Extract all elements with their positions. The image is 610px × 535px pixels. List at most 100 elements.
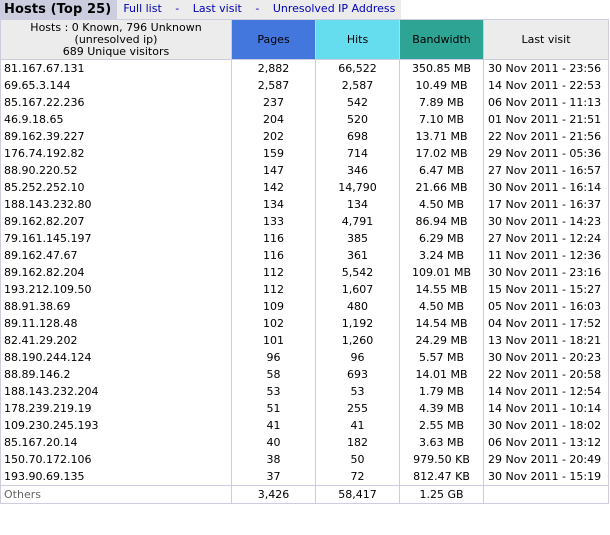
pages-cell: 112 — [231, 264, 316, 281]
last-visit-cell: 30 Nov 2011 - 14:23 — [483, 213, 609, 230]
pages-cell: 51 — [231, 400, 316, 417]
table-row: 88.90.220.52 147 346 6.47 MB 27 Nov 2011 - 1… — [0, 162, 609, 179]
host-cell: 193.212.109.50 — [0, 281, 232, 298]
table-header-row: Hosts : 0 Known, 796 Unknown (unresolved… — [0, 19, 609, 60]
host-cell: 89.162.47.67 — [0, 247, 232, 264]
hits-cell: 520 — [315, 111, 400, 128]
hits-cell: 361 — [315, 247, 400, 264]
full-list-link[interactable]: Full list — [123, 2, 161, 15]
unresolved-ip-link[interactable]: Unresolved IP Address — [273, 2, 396, 15]
table-row: 88.91.38.69 109 480 4.50 MB 05 Nov 2011 - 16… — [0, 298, 609, 315]
hits-cell: 385 — [315, 230, 400, 247]
hits-cell: 1,607 — [315, 281, 400, 298]
last-visit-cell: 01 Nov 2011 - 21:51 — [483, 111, 609, 128]
bandwidth-cell: 4.50 MB — [399, 298, 484, 315]
hits-cell: 5,542 — [315, 264, 400, 281]
hits-cell: 41 — [315, 417, 400, 434]
table-row: 79.161.145.197 116 385 6.29 MB 27 Nov 2011 -… — [0, 230, 609, 247]
table-row: 81.167.67.131 2,882 66,522 350.85 MB 30 Nov … — [0, 59, 609, 77]
bandwidth-cell: 4.39 MB — [399, 400, 484, 417]
host-cell: 109.230.245.193 — [0, 417, 232, 434]
hits-cell: 255 — [315, 400, 400, 417]
host-cell: 46.9.18.65 — [0, 111, 232, 128]
host-cell: 85.167.20.14 — [0, 434, 232, 451]
last-visit-link[interactable]: Last visit — [193, 2, 242, 15]
pages-cell: 2,882 — [231, 59, 316, 77]
last-visit-cell: 27 Nov 2011 - 12:24 — [483, 230, 609, 247]
last-visit-cell — [483, 485, 609, 504]
hosts-summary-line: (unresolved ip) — [74, 32, 158, 46]
last-visit-cell: 22 Nov 2011 - 21:56 — [483, 128, 609, 145]
pages-cell: 237 — [231, 94, 316, 111]
hits-cell: 58,417 — [315, 485, 400, 504]
pages-cell: 58 — [231, 366, 316, 383]
bandwidth-cell: 14.55 MB — [399, 281, 484, 298]
table-row: 193.212.109.50 112 1,607 14.55 MB 15 Nov 201… — [0, 281, 609, 298]
hits-cell: 542 — [315, 94, 400, 111]
hosts-summary-header: Hosts : 0 Known, 796 Unknown (unresolved… — [0, 19, 232, 60]
last-visit-cell: 06 Nov 2011 - 13:12 — [483, 434, 609, 451]
table-row: 89.162.39.227 202 698 13.71 MB 22 Nov 2011 -… — [0, 128, 609, 145]
hits-cell: 693 — [315, 366, 400, 383]
pages-cell: 112 — [231, 281, 316, 298]
link-separator: - — [175, 2, 180, 15]
bandwidth-cell: 7.10 MB — [399, 111, 484, 128]
pages-column-header: Pages — [231, 19, 316, 60]
host-cell: 69.65.3.144 — [0, 77, 232, 94]
bandwidth-cell: 1.79 MB — [399, 383, 484, 400]
last-visit-cell: 14 Nov 2011 - 12:54 — [483, 383, 609, 400]
bandwidth-cell: 17.02 MB — [399, 145, 484, 162]
hosts-table: Hosts : 0 Known, 796 Unknown (unresolved… — [0, 19, 609, 504]
host-cell: 193.90.69.135 — [0, 468, 232, 486]
hosts-panel: Hosts (Top 25) Full list - Last visit - … — [0, 0, 609, 504]
pages-cell: 41 — [231, 417, 316, 434]
last-visit-cell: 29 Nov 2011 - 20:49 — [483, 451, 609, 468]
pages-cell: 109 — [231, 298, 316, 315]
hits-cell: 53 — [315, 383, 400, 400]
table-row: 85.167.22.236 237 542 7.89 MB 06 Nov 2011 - … — [0, 94, 609, 111]
bandwidth-cell: 3.63 MB — [399, 434, 484, 451]
last-visit-cell: 06 Nov 2011 - 11:13 — [483, 94, 609, 111]
section-title: Hosts (Top 25) — [0, 0, 118, 19]
hits-cell: 698 — [315, 128, 400, 145]
table-row: 89.162.82.204 112 5,542 109.01 MB 30 Nov 201… — [0, 264, 609, 281]
bandwidth-cell: 3.24 MB — [399, 247, 484, 264]
table-row: 178.239.219.19 51 255 4.39 MB 14 Nov 2011 - … — [0, 400, 609, 417]
table-row: 85.167.20.14 40 182 3.63 MB 06 Nov 2011 - 13… — [0, 434, 609, 451]
last-visit-cell: 14 Nov 2011 - 22:53 — [483, 77, 609, 94]
pages-cell: 147 — [231, 162, 316, 179]
bandwidth-cell: 6.47 MB — [399, 162, 484, 179]
host-cell: 88.90.220.52 — [0, 162, 232, 179]
bandwidth-cell: 6.29 MB — [399, 230, 484, 247]
pages-cell: 133 — [231, 213, 316, 230]
last-visit-cell: 27 Nov 2011 - 16:57 — [483, 162, 609, 179]
bandwidth-cell: 2.55 MB — [399, 417, 484, 434]
bandwidth-column-header: Bandwidth — [399, 19, 484, 60]
bandwidth-cell: 109.01 MB — [399, 264, 484, 281]
pages-cell: 116 — [231, 247, 316, 264]
bandwidth-cell: 10.49 MB — [399, 77, 484, 94]
host-cell: 79.161.145.197 — [0, 230, 232, 247]
hits-cell: 1,192 — [315, 315, 400, 332]
host-cell: 88.89.146.2 — [0, 366, 232, 383]
bandwidth-cell: 14.01 MB — [399, 366, 484, 383]
host-cell: 178.239.219.19 — [0, 400, 232, 417]
bandwidth-cell: 4.50 MB — [399, 196, 484, 213]
last-visit-cell: 15 Nov 2011 - 15:27 — [483, 281, 609, 298]
last-visit-cell: 29 Nov 2011 - 05:36 — [483, 145, 609, 162]
table-row: 88.190.244.124 96 96 5.57 MB 30 Nov 2011 - 2… — [0, 349, 609, 366]
bandwidth-cell: 5.57 MB — [399, 349, 484, 366]
host-cell: 88.190.244.124 — [0, 349, 232, 366]
table-row: 150.70.172.106 38 50 979.50 KB 29 Nov 2011 -… — [0, 451, 609, 468]
table-row: 193.90.69.135 37 72 812.47 KB 30 Nov 2011 - … — [0, 468, 609, 486]
hits-cell: 346 — [315, 162, 400, 179]
hits-cell: 182 — [315, 434, 400, 451]
hits-column-header: Hits — [315, 19, 400, 60]
hits-cell: 66,522 — [315, 59, 400, 77]
table-row: 85.252.252.10 142 14,790 21.66 MB 30 Nov 201… — [0, 179, 609, 196]
pages-cell: 159 — [231, 145, 316, 162]
table-row: 82.41.29.202 101 1,260 24.29 MB 13 Nov 2011 … — [0, 332, 609, 349]
host-cell: 188.143.232.80 — [0, 196, 232, 213]
bandwidth-cell: 14.54 MB — [399, 315, 484, 332]
last-visit-cell: 11 Nov 2011 - 12:36 — [483, 247, 609, 264]
